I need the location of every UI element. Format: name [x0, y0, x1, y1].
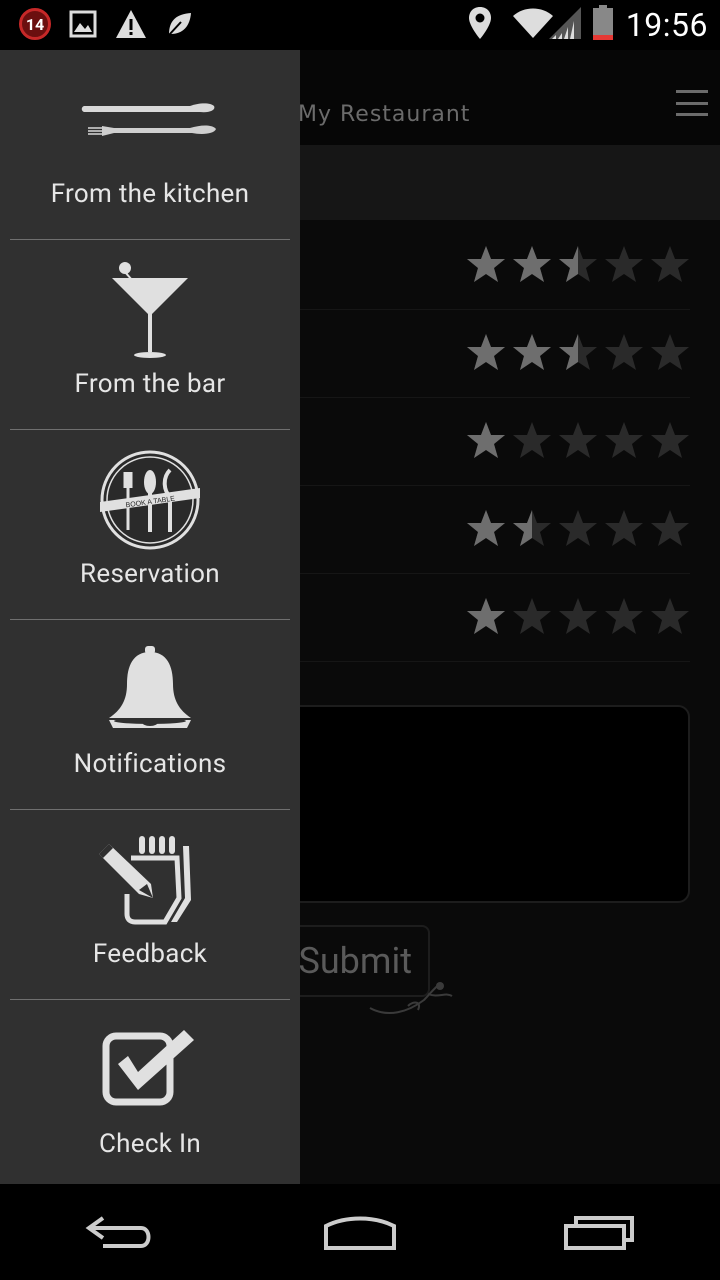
star-icon[interactable]	[558, 420, 598, 460]
drawer-item-reservation[interactable]: BOOK A TABLE Reservation	[0, 430, 300, 619]
star-icon[interactable]	[650, 332, 690, 372]
star-icon[interactable]	[466, 596, 506, 636]
screen: 14 19:56 My Restaurant Submit From the k…	[0, 0, 720, 1280]
star-icon[interactable]	[604, 596, 644, 636]
checkbox-icon	[0, 1028, 300, 1108]
battery-icon	[592, 5, 614, 45]
drawer-item-check-in[interactable]: Check In	[0, 1000, 300, 1189]
drawer-item-label: Notifications	[73, 749, 227, 779]
star-icon[interactable]	[558, 332, 598, 372]
drawer-item-kitchen[interactable]: From the kitchen	[0, 50, 300, 239]
star-rating[interactable]	[466, 420, 690, 460]
star-icon[interactable]	[650, 596, 690, 636]
star-icon[interactable]	[466, 332, 506, 372]
notification-badge-icon: 14	[18, 7, 52, 41]
warning-icon	[114, 7, 148, 41]
star-icon[interactable]	[604, 420, 644, 460]
drawer-item-label: Feedback	[92, 939, 208, 969]
feedback-comment-input[interactable]	[260, 705, 690, 903]
star-icon[interactable]	[466, 508, 506, 548]
drawer-item-label: Reservation	[80, 559, 220, 589]
star-icon[interactable]	[604, 508, 644, 548]
drawer-item-feedback[interactable]: Feedback	[0, 810, 300, 999]
leaf-icon	[162, 7, 196, 41]
star-icon[interactable]	[512, 244, 552, 284]
star-icon[interactable]	[466, 420, 506, 460]
back-icon	[85, 1216, 151, 1248]
back-button[interactable]	[60, 1184, 180, 1280]
cocktail-icon	[0, 260, 300, 360]
book-a-table-icon: BOOK A TABLE	[0, 448, 300, 552]
cutlery-icon	[0, 100, 300, 144]
star-icon[interactable]	[512, 596, 552, 636]
app-title: My Restaurant	[298, 102, 471, 127]
star-rating[interactable]	[466, 332, 690, 372]
star-icon[interactable]	[604, 332, 644, 372]
image-icon	[66, 7, 100, 41]
drawer-item-label: Check In	[98, 1129, 202, 1159]
star-icon[interactable]	[650, 244, 690, 284]
drawer-item-bar[interactable]: From the bar	[0, 240, 300, 429]
location-icon	[468, 6, 492, 44]
hand-pencil-icon	[0, 834, 300, 926]
recents-icon	[564, 1216, 634, 1250]
star-rating[interactable]	[466, 596, 690, 636]
star-icon[interactable]	[512, 332, 552, 372]
recents-button[interactable]	[540, 1184, 660, 1280]
drawer-item-label: From the bar	[74, 369, 226, 399]
notification-count: 14	[19, 8, 51, 40]
star-icon[interactable]	[650, 508, 690, 548]
star-rating[interactable]	[466, 244, 690, 284]
drawer-item-notifications[interactable]: Notifications	[0, 620, 300, 809]
status-bar: 14 19:56	[0, 0, 720, 50]
star-icon[interactable]	[558, 508, 598, 548]
star-icon[interactable]	[604, 244, 644, 284]
system-navigation-bar	[0, 1184, 720, 1280]
home-button[interactable]	[300, 1184, 420, 1280]
star-icon[interactable]	[558, 596, 598, 636]
star-rating[interactable]	[466, 508, 690, 548]
star-icon[interactable]	[512, 508, 552, 548]
star-icon[interactable]	[650, 420, 690, 460]
bell-icon	[0, 644, 300, 734]
star-icon[interactable]	[558, 244, 598, 284]
navigation-drawer: From the kitchen From the bar BOOK A TAB…	[0, 50, 300, 1184]
star-icon[interactable]	[466, 244, 506, 284]
clock: 19:56	[625, 6, 708, 44]
star-icon[interactable]	[512, 420, 552, 460]
decorative-flourish-icon	[368, 978, 454, 1026]
signal-icon	[548, 6, 582, 44]
home-icon	[324, 1216, 396, 1250]
menu-icon[interactable]	[676, 90, 710, 116]
drawer-item-label: From the kitchen	[50, 179, 250, 209]
